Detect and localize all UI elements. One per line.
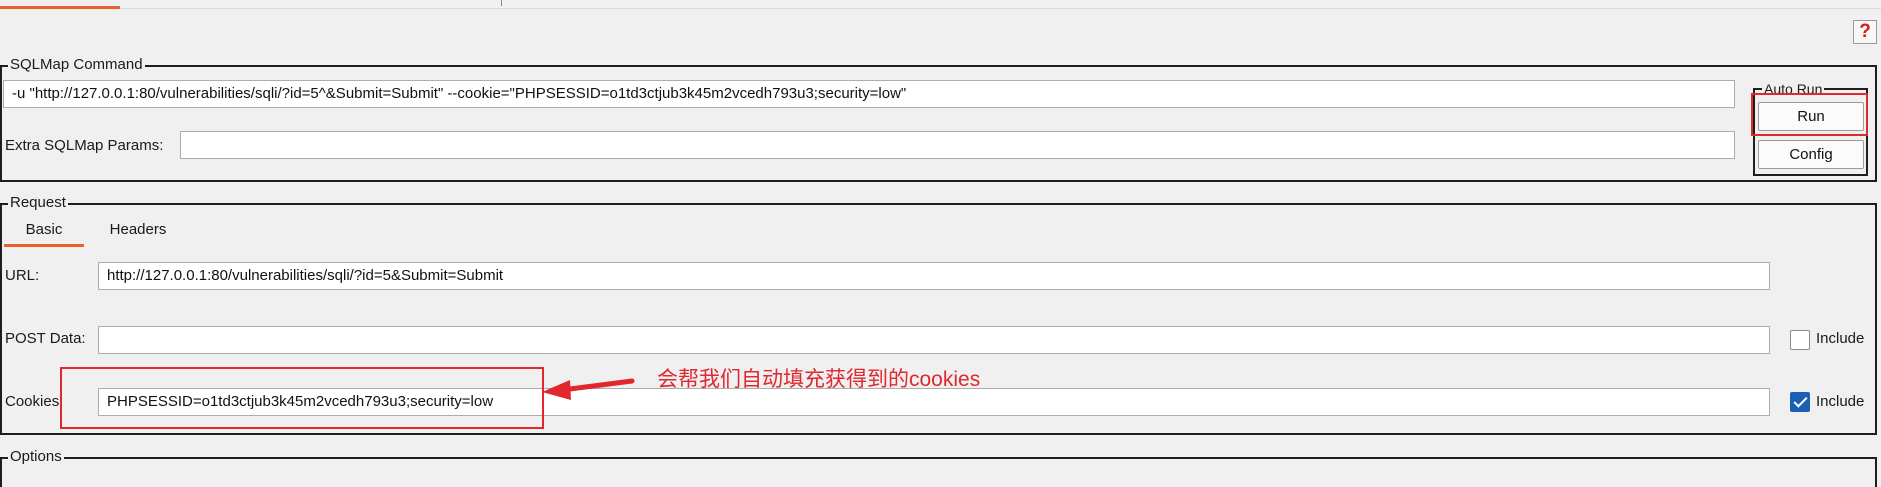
tab-basic[interactable]: Basic xyxy=(4,220,84,247)
post-include-label: Include xyxy=(1816,330,1865,347)
options-group: Options xyxy=(0,448,1877,487)
sqlmap-command-title: SQLMap Command xyxy=(8,56,145,74)
cookies-highlight-box xyxy=(60,367,544,429)
extra-params-label: Extra SQLMap Params: xyxy=(5,137,164,154)
sqlmap-command-field[interactable]: -u "http://127.0.0.1:80/vulnerabilities/… xyxy=(3,80,1735,108)
url-field[interactable]: http://127.0.0.1:80/vulnerabilities/sqli… xyxy=(98,262,1770,290)
extra-params-field[interactable] xyxy=(180,131,1735,159)
post-data-field[interactable] xyxy=(98,326,1770,354)
cookies-include-checkbox[interactable] xyxy=(1790,392,1810,412)
active-top-tab-indicator[interactable] xyxy=(0,0,120,9)
cookies-include-label: Include xyxy=(1816,393,1865,410)
post-include-checkbox[interactable] xyxy=(1790,330,1810,350)
help-icon[interactable]: ? xyxy=(1853,20,1877,44)
top-tab-strip xyxy=(0,0,1881,9)
tab-headers[interactable]: Headers xyxy=(96,220,180,247)
config-button[interactable]: Config xyxy=(1758,140,1864,169)
tab-separator xyxy=(496,0,502,6)
post-data-label: POST Data: xyxy=(5,330,86,347)
run-button-highlight xyxy=(1751,93,1868,136)
annotation-arrow-icon xyxy=(542,378,635,400)
annotation-text: 会帮我们自动填充获得到的cookies xyxy=(657,368,981,391)
url-label: URL: xyxy=(5,267,40,284)
options-title: Options xyxy=(8,448,64,466)
request-title: Request xyxy=(8,194,68,212)
cookies-label: Cookies: xyxy=(5,393,64,410)
